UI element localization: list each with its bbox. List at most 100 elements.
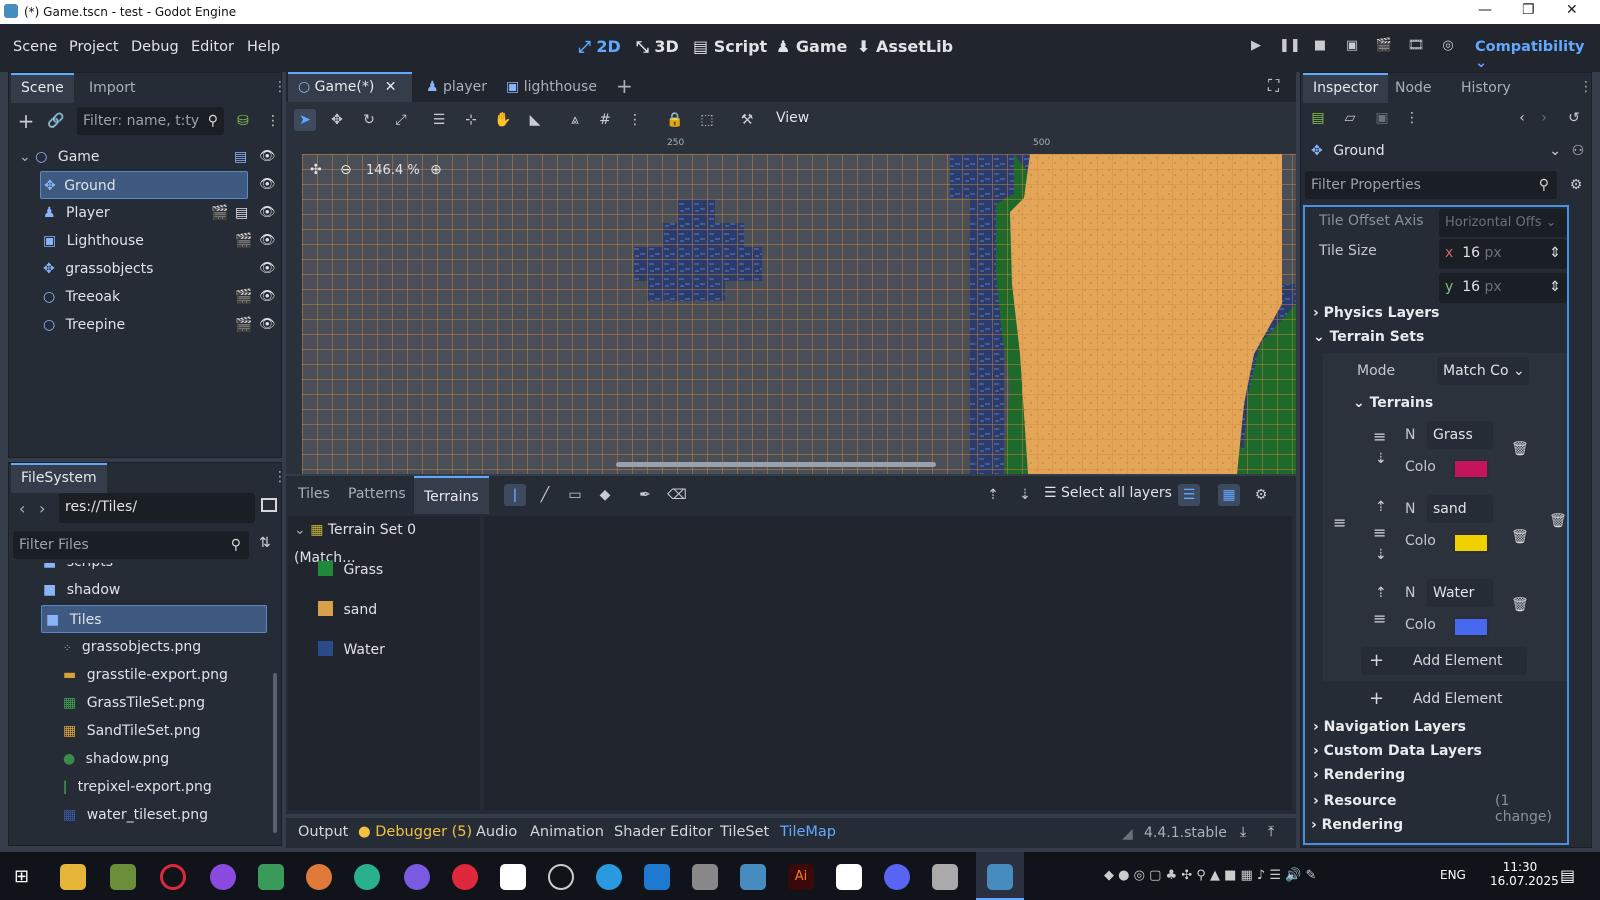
move-up-icon[interactable]: ⇡ [1375,585,1387,601]
menu-project[interactable]: Project [69,39,119,55]
distraction-free-icon[interactable]: ⛶ [1268,76,1279,96]
run-custom-scene-icon[interactable]: 🎞 [1407,38,1425,56]
inkscape-icon[interactable] [692,864,718,890]
rotate-mode-icon[interactable]: ↻ [358,109,380,131]
mode-3d-button[interactable]: ⤡ 3D [636,37,679,57]
files-filter-input[interactable]: Filter Files ⚲ [13,531,249,559]
add-node-icon[interactable]: + [15,110,37,132]
move-mode-icon[interactable]: ✥ [326,109,348,131]
forward-icon[interactable]: › [39,499,45,518]
tab-filesystem[interactable]: FileSystem [11,463,107,493]
stepper-icon[interactable]: ⇕ [1549,239,1561,267]
github-desktop-icon[interactable] [354,864,380,890]
sort-icon[interactable]: ⇅ [259,535,271,551]
pause-icon[interactable]: ❚❚ [1279,38,1301,56]
tile-size-x-input[interactable]: x 16 px ⇕ [1439,239,1567,269]
select-all-layers-button[interactable]: ☰ Select all layers [1044,485,1172,501]
tile-offset-axis-select[interactable]: Horizontal Offs ⌄ [1439,209,1567,237]
menu-help[interactable]: Help [247,39,280,55]
tree-item-lighthouse[interactable]: ▣ Lighthouse 🎬 👁 [43,227,281,255]
resource-section[interactable]: › Resource [1313,793,1397,809]
back-icon[interactable]: ‹ [19,499,25,518]
layers-highlight-icon[interactable]: ☰ [1178,484,1200,506]
mode-script-button[interactable]: ▤ Script [693,37,767,56]
rendering-section-node[interactable]: › Rendering [1311,817,1403,833]
split-view-icon[interactable] [261,498,277,512]
zoom-in-icon[interactable]: ⊕ [430,162,442,178]
tilemap-tab[interactable]: TileMap [780,824,836,840]
mode-2d-button[interactable]: ⤢ 2D [578,37,621,57]
movie-maker-icon[interactable]: ◎ [1439,38,1457,56]
paint-icon[interactable]: ǀ [504,484,526,506]
tab-terrains[interactable]: Terrains [414,476,489,514]
close-window-button[interactable]: ✕ [1566,2,1578,18]
visibility-icon[interactable]: 👁 [259,177,276,192]
window-icon[interactable] [932,864,958,890]
view-menu[interactable]: View [776,110,809,126]
mode-select[interactable]: Match Co ⌄ [1437,357,1529,385]
dock-menu-icon[interactable]: ⋮ [273,79,287,95]
selectable-nodes-icon[interactable]: ☰ [428,109,450,131]
tab-node[interactable]: Node [1385,77,1442,105]
tray-icons[interactable]: ◆ ● ◎ ▢ ♣ ✣ ⚲ ▲ ■ ▦ ♪ ☰ 🔊 ✎ [1104,868,1316,883]
drag-handle-icon[interactable]: ≡ [1333,513,1346,532]
folder-item[interactable]: ■ shadow [43,576,120,604]
app-icon[interactable] [210,864,236,890]
file-item[interactable]: ⁘ grassobjects.png [63,633,201,661]
audio-tab[interactable]: Audio [476,824,517,840]
history-back-icon[interactable]: ‹ [1511,107,1533,129]
tab-patterns[interactable]: Patterns [348,486,406,502]
visibility-icon[interactable]: 👁 [259,227,276,255]
instance-scene-icon[interactable]: ⛁ [232,110,254,132]
add-tab-icon[interactable]: + [616,74,633,98]
picker-icon[interactable]: ✒ [634,484,656,506]
terrain-item-grass[interactable]: Grass [318,556,383,584]
language-indicator[interactable]: ENG [1440,868,1466,882]
tilemap-settings-icon[interactable]: ⚙ [1250,484,1272,506]
path-input[interactable]: res://Tiles/ [59,493,255,523]
tileset-tab[interactable]: TileSet [720,824,769,840]
color-picker-button[interactable] [1453,459,1489,479]
object-history-icon[interactable]: ↺ [1563,107,1585,129]
scene-instance-icon[interactable]: 🎬 [235,283,252,311]
move-up-icon[interactable]: ⇡ [1375,499,1387,515]
mode-assetlib-button[interactable]: ⬇ AssetLib [857,37,953,56]
tree-item-player[interactable]: ♟ Player 🎬 ▤ 👁 [43,199,281,227]
delete-icon[interactable]: 🗑 [1549,513,1567,529]
eraser-icon[interactable]: ⌫ [666,484,688,506]
add-terrain-set-button[interactable]: + Add Element [1361,685,1527,713]
terrain-name-input[interactable]: Water [1427,579,1493,607]
scene-filter-input[interactable]: Filter: name, t:ty ⚲ [77,107,224,135]
node-selector[interactable]: ✥ Ground ⌄ [1305,137,1565,165]
grid-toggle-icon[interactable]: ▦ [1218,484,1240,506]
terrain-set-item[interactable]: ⌄ ▦ Terrain Set 0 (Match... [294,516,480,566]
file-item[interactable]: ▦ water_tileset.png [63,801,208,829]
qt-icon[interactable] [258,864,284,890]
terrains-section[interactable]: ⌄ Terrains [1353,395,1433,411]
script-icon[interactable]: ▤ [234,143,247,171]
color-picker-button[interactable] [1453,533,1489,553]
tab-import[interactable]: Import [79,77,145,105]
viber-icon[interactable] [404,864,430,890]
capcut-icon[interactable] [500,864,526,890]
snap-options-icon[interactable]: ⋮ [624,109,646,131]
telegram-icon[interactable] [596,864,622,890]
tab-scene[interactable]: Scene [11,73,74,103]
animation-tab[interactable]: Animation [530,824,604,840]
smart-snap-icon[interactable]: ⩓ [564,109,586,131]
rendering-section[interactable]: › Rendering [1313,767,1405,783]
restore-button[interactable]: ❐ [1522,2,1535,18]
menu-editor[interactable]: Editor [191,39,234,55]
dock-menu-icon[interactable]: ⋮ [273,469,287,485]
menu-scene[interactable]: Scene [13,39,57,55]
dock-menu-icon[interactable]: ⋮ [1579,79,1593,95]
delete-icon[interactable]: 🗑 [1511,529,1529,545]
tile-size-y-input[interactable]: y 16 px ⇕ [1439,273,1567,303]
scene-tab-game[interactable]: ○ Game(*) ✕ [288,72,412,102]
scene-instance-icon[interactable]: 🎬 [211,199,228,227]
browser-icon[interactable] [306,864,332,890]
terrain-name-input[interactable]: sand [1427,495,1493,523]
run-current-scene-icon[interactable]: 🎬 [1375,38,1393,56]
terrain-sets-section[interactable]: ⌄ Terrain Sets [1313,329,1424,345]
minimize-button[interactable]: — [1478,2,1492,18]
